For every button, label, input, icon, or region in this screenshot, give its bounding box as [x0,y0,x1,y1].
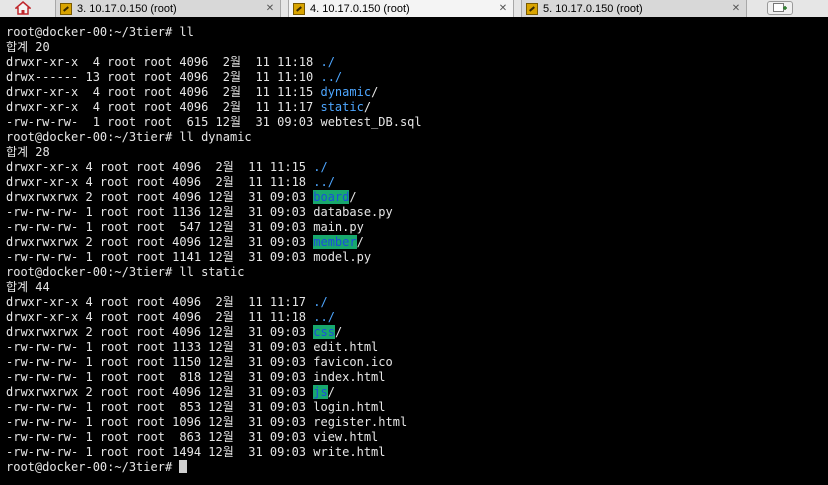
close-icon[interactable]: ✕ [264,3,276,15]
tab-label: 5. 10.17.0.150 (root) [543,2,643,15]
close-icon[interactable]: ✕ [497,3,509,15]
terminal-line: drwx------ 13 root root 4096 2월 11 11:10… [6,70,422,85]
prompt-text: root@docker-00:~/3tier# [6,460,180,474]
terminal-line: -rw-rw-rw- 1 root root 1096 12월 31 09:03… [6,415,422,430]
dir-name: ../ [320,70,343,84]
home-button[interactable] [8,0,38,16]
terminal-line: -rw-rw-rw- 1 root root 615 12월 31 09:03 … [6,115,422,130]
line-text: drwxr-xr-x 4 root root 4096 2월 11 11:18 [6,175,314,189]
terminal-line: drwxrwxrwx 2 root root 4096 12월 31 09:03… [6,190,422,205]
dir-name: ./ [313,295,328,309]
line-text: root@docker-00:~/3tier# ll static [6,265,245,279]
text-cursor [179,460,188,473]
terminal-line: 합계 28 [6,145,422,160]
terminal-line: -rw-rw-rw- 1 root root 547 12월 31 09:03 … [6,220,422,235]
line-text: drwxrwxrwx 2 root root 4096 12월 31 09:03 [6,385,314,399]
line-text: -rw-rw-rw- 1 root root 853 12월 31 09:03 … [6,400,386,414]
dir-name: ../ [313,310,335,324]
tab-bar: 3. 10.17.0.150 (root) ✕ 4. 10.17.0.150 (… [0,0,828,18]
terminal-line: 합계 44 [6,280,422,295]
dir-suffix: / [334,325,343,339]
line-text: drwxr-xr-x 4 root root 4096 2월 11 11:18 [6,55,321,69]
line-text: 합계 28 [6,145,50,159]
line-text: drwxr-xr-x 4 root root 4096 2월 11 11:17 [6,295,314,309]
line-text: -rw-rw-rw- 1 root root 1096 12월 31 09:03… [6,415,408,429]
dir-name: dynamic [320,85,372,99]
dir-suffix: / [349,190,357,204]
terminal-line: -rw-rw-rw- 1 root root 1141 12월 31 09:03… [6,250,422,265]
world-writable-dir-name: member [313,235,357,249]
line-text: 합계 44 [6,280,50,294]
terminal-line: root@docker-00:~/3tier# ll [6,25,422,40]
dir-name: ../ [313,175,335,189]
terminal-line: root@docker-00:~/3tier# ll static [6,265,422,280]
terminal-line: -rw-rw-rw- 1 root root 853 12월 31 09:03 … [6,400,422,415]
world-writable-dir-name: js [313,385,328,399]
new-tab-icon [773,3,787,12]
line-text: drwxr-xr-x 4 root root 4096 2월 11 11:18 [6,310,314,324]
terminal-line: drwxr-xr-x 4 root root 4096 2월 11 11:18 … [6,175,422,190]
world-writable-dir-name: css [313,325,335,339]
dir-suffix: / [363,100,372,114]
terminal-line: -rw-rw-rw- 1 root root 1136 12월 31 09:03… [6,205,422,220]
tab-label: 4. 10.17.0.150 (root) [310,2,410,15]
terminal-line: root@docker-00:~/3tier# ll dynamic [6,130,422,145]
tab-label: 3. 10.17.0.150 (root) [77,2,177,15]
dir-name: ./ [313,160,328,174]
terminal-line: -rw-rw-rw- 1 root root 1133 12월 31 09:03… [6,340,422,355]
line-text: drwxr-xr-x 4 root root 4096 2월 11 11:17 [6,100,321,114]
line-text: 합계 20 [6,40,50,54]
dir-name: static [320,100,364,114]
terminal-line: -rw-rw-rw- 1 root root 1150 12월 31 09:03… [6,355,422,370]
line-text: -rw-rw-rw- 1 root root 1133 12월 31 09:03… [6,340,379,354]
terminal-line: -rw-rw-rw- 1 root root 818 12월 31 09:03 … [6,370,422,385]
line-text: root@docker-00:~/3tier# ll dynamic [6,130,252,144]
line-text: -rw-rw-rw- 1 root root 818 12월 31 09:03 … [6,370,386,384]
terminal-line: drwxr-xr-x 4 root root 4096 2월 11 11:15 … [6,85,422,100]
dir-name: ./ [320,55,335,69]
dir-suffix: / [327,385,335,399]
dir-suffix: / [356,235,364,249]
terminal-line: drwxr-xr-x 4 root root 4096 2월 11 11:15 … [6,160,422,175]
line-text: -rw-rw-rw- 1 root root 547 12월 31 09:03 … [6,220,364,234]
line-text: drwxrwxrwx 2 root root 4096 12월 31 09:03 [6,190,314,204]
line-text: drwxrwxrwx 2 root root 4096 12월 31 09:03 [6,235,314,249]
close-icon[interactable]: ✕ [730,3,742,15]
terminal-line: drwxrwxrwx 2 root root 4096 12월 31 09:03… [6,325,422,340]
line-text: drwxr-xr-x 4 root root 4096 2월 11 11:15 [6,85,321,99]
line-text: -rw-rw-rw- 1 root root 1494 12월 31 09:03… [6,445,386,459]
terminal-line: 합계 20 [6,40,422,55]
line-text: drwxr-xr-x 4 root root 4096 2월 11 11:15 [6,160,314,174]
line-text: -rw-rw-rw- 1 root root 1136 12월 31 09:03… [6,205,393,219]
terminal-line: -rw-rw-rw- 1 root root 1494 12월 31 09:03… [6,445,422,460]
new-tab-button[interactable] [767,1,793,15]
tab-session-5[interactable]: 5. 10.17.0.150 (root) ✕ [521,0,747,17]
terminal-line: drwxrwxrwx 2 root root 4096 12월 31 09:03… [6,235,422,250]
tab-session-4[interactable]: 4. 10.17.0.150 (root) ✕ [288,0,514,17]
terminal-output[interactable]: root@docker-00:~/3tier# ll 합계 20 drwxr-xr-… [0,17,828,485]
line-text: root@docker-00:~/3tier# ll [6,25,194,39]
tab-session-3[interactable]: 3. 10.17.0.150 (root) ✕ [55,0,281,17]
line-text: -rw-rw-rw- 1 root root 1150 12월 31 09:03… [6,355,393,369]
terminal-line: drwxr-xr-x 4 root root 4096 2월 11 11:17 … [6,295,422,310]
prompt-line[interactable]: root@docker-00:~/3tier# [6,460,422,475]
ssh-session-icon [60,2,72,15]
terminal-lines: root@docker-00:~/3tier# ll 합계 20 drwxr-xr-… [6,25,422,475]
terminal-line: -rw-rw-rw- 1 root root 863 12월 31 09:03 … [6,430,422,445]
line-text: -rw-rw-rw- 1 root root 863 12월 31 09:03 … [6,430,379,444]
ssh-session-icon [293,2,305,15]
home-icon [15,1,31,15]
dir-suffix: / [371,85,379,99]
world-writable-dir-name: board [313,190,350,204]
terminal-line: drwxrwxrwx 2 root root 4096 12월 31 09:03… [6,385,422,400]
ssh-session-icon [526,2,538,15]
line-text: drwx------ 13 root root 4096 2월 11 11:10 [6,70,321,84]
terminal-line: drwxr-xr-x 4 root root 4096 2월 11 11:18 … [6,55,422,70]
line-text: drwxrwxrwx 2 root root 4096 12월 31 09:03 [6,325,314,339]
terminal-line: drwxr-xr-x 4 root root 4096 2월 11 11:18 … [6,310,422,325]
terminal-window: 3. 10.17.0.150 (root) ✕ 4. 10.17.0.150 (… [0,0,828,485]
terminal-line: drwxr-xr-x 4 root root 4096 2월 11 11:17 … [6,100,422,115]
line-text: -rw-rw-rw- 1 root root 1141 12월 31 09:03… [6,250,372,264]
line-text: -rw-rw-rw- 1 root root 615 12월 31 09:03 … [6,115,422,129]
